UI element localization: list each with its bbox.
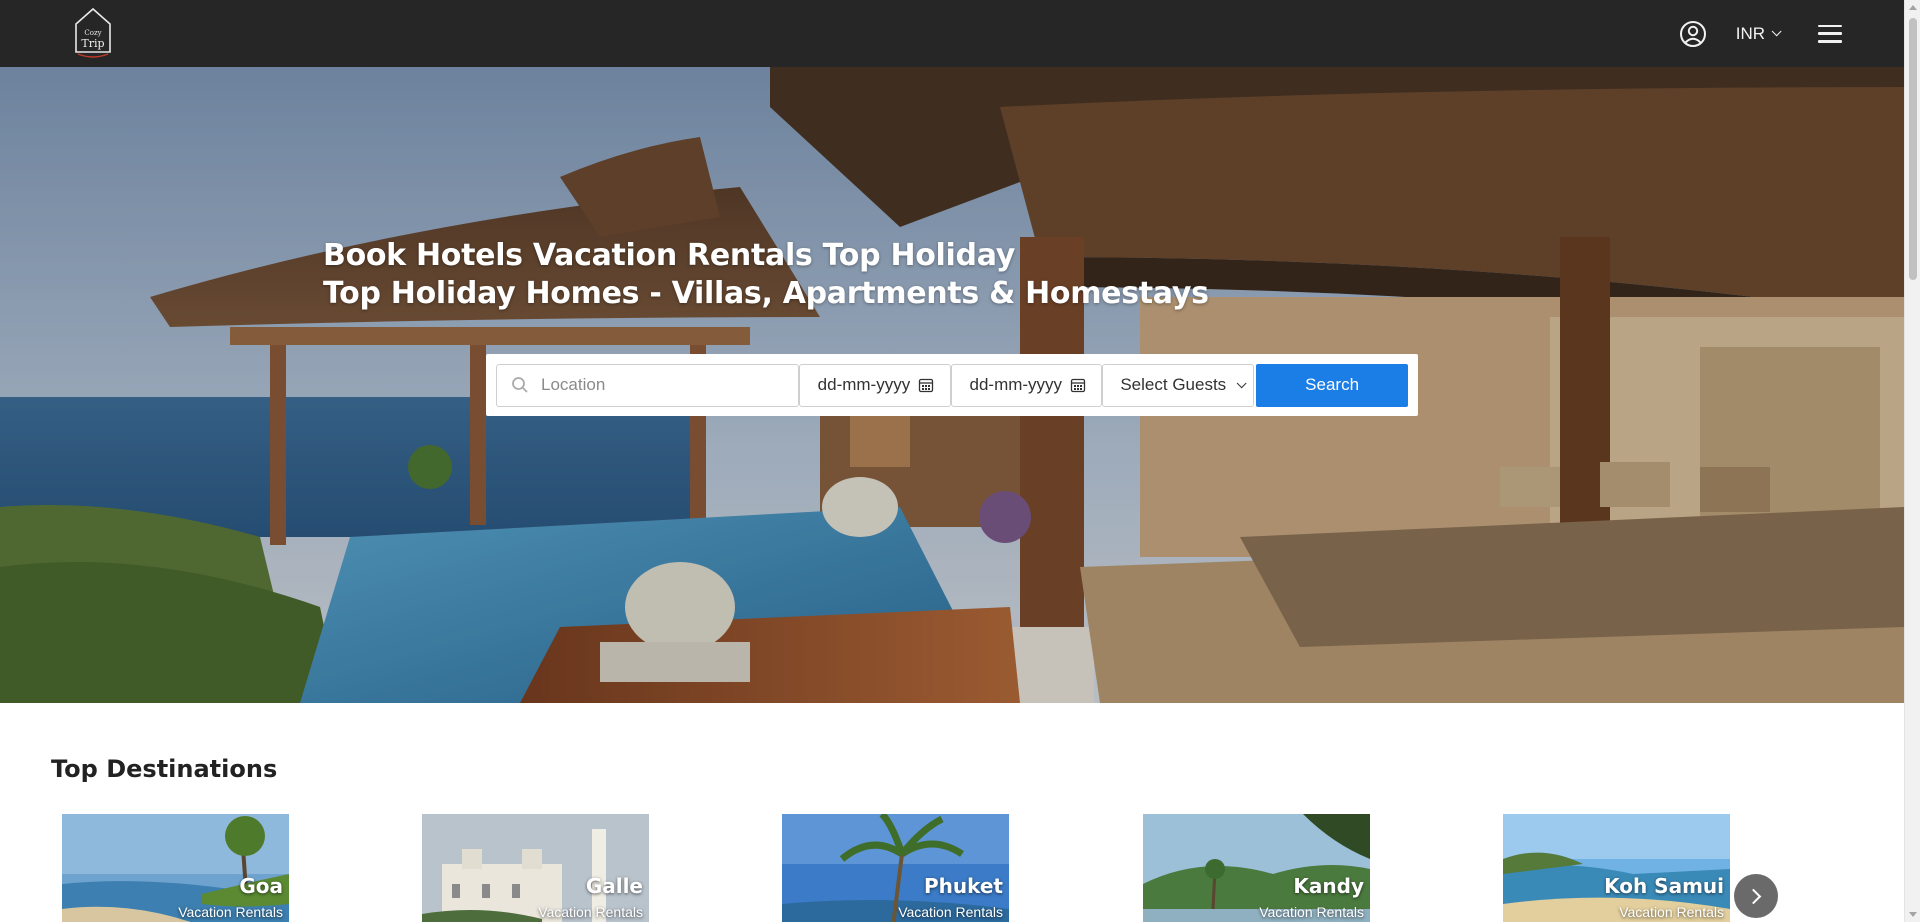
- user-account-icon[interactable]: [1678, 19, 1708, 49]
- hero-title: Book Hotels Vacation Rentals Top Holiday…: [323, 237, 1209, 313]
- destination-card-kandy[interactable]: Kandy Vacation Rentals: [1143, 814, 1370, 922]
- checkout-date-value: dd-mm-yyyy: [969, 375, 1063, 394]
- scrollbar-thumb[interactable]: [1909, 18, 1917, 280]
- logo-text-bottom: Trip: [81, 37, 104, 50]
- scroll-down-icon[interactable]: [1909, 912, 1917, 917]
- chevron-down-icon: [1771, 26, 1782, 37]
- destination-subtitle: Vacation Rentals: [538, 904, 643, 920]
- search-button[interactable]: Search: [1256, 363, 1408, 407]
- location-field[interactable]: [496, 363, 799, 407]
- carousel-next-arrow-icon[interactable]: [1734, 874, 1778, 918]
- top-navbar: Cozy Trip INR: [0, 0, 1904, 67]
- navbar-actions: INR: [1678, 0, 1842, 67]
- currency-selector[interactable]: INR: [1735, 23, 1782, 44]
- hero-title-line-1: Book Hotels Vacation Rentals Top Holiday: [323, 238, 1015, 273]
- calendar-icon[interactable]: [918, 377, 934, 393]
- destination-name: Galle: [585, 874, 643, 898]
- destination-card-phuket[interactable]: Phuket Vacation Rentals: [782, 814, 1009, 922]
- search-icon: [512, 377, 528, 393]
- destination-card-goa[interactable]: Goa Vacation Rentals: [62, 814, 289, 922]
- location-input[interactable]: [541, 375, 781, 395]
- page: Cozy Trip INR Book Hotels Vacation Renta…: [0, 0, 1904, 922]
- destination-name: Phuket: [923, 874, 1003, 898]
- destination-name: Koh Samui: [1604, 874, 1724, 898]
- destination-name: Goa: [239, 874, 283, 898]
- checkin-date-field[interactable]: dd-mm-yyyy: [798, 363, 951, 407]
- currency-label: INR: [1735, 23, 1765, 43]
- destination-card-galle[interactable]: Galle Vacation Rentals: [422, 814, 649, 922]
- guests-select[interactable]: Select Guests: [1102, 363, 1255, 407]
- destination-subtitle: Vacation Rentals: [178, 904, 283, 920]
- cozy-trip-logo[interactable]: Cozy Trip: [72, 6, 114, 58]
- guests-select-value: Select Guests: [1120, 375, 1227, 394]
- section-title-top-destinations: Top Destinations: [51, 755, 278, 783]
- destination-card-koh-samui[interactable]: Koh Samui Vacation Rentals: [1503, 814, 1730, 922]
- hero-banner: Book Hotels Vacation Rentals Top Holiday…: [0, 67, 1904, 703]
- calendar-icon[interactable]: [1070, 377, 1086, 393]
- checkout-date-field[interactable]: dd-mm-yyyy: [950, 363, 1103, 407]
- destination-subtitle: Vacation Rentals: [1259, 904, 1364, 920]
- destination-name: Kandy: [1293, 874, 1364, 898]
- vertical-scrollbar[interactable]: [1904, 0, 1920, 922]
- hero-title-line-2: Top Holiday Homes - Villas, Apartments &…: [323, 276, 1209, 311]
- logo-text-top: Cozy: [84, 29, 101, 37]
- destination-subtitle: Vacation Rentals: [898, 904, 1003, 920]
- search-form: dd-mm-yyyy dd-mm-yyyy Select Gue: [486, 354, 1418, 416]
- destination-subtitle: Vacation Rentals: [1619, 904, 1724, 920]
- chevron-down-icon: [1236, 377, 1247, 388]
- hamburger-menu-icon[interactable]: [1818, 24, 1842, 43]
- scroll-up-icon[interactable]: [1909, 5, 1917, 10]
- checkin-date-value: dd-mm-yyyy: [817, 375, 911, 394]
